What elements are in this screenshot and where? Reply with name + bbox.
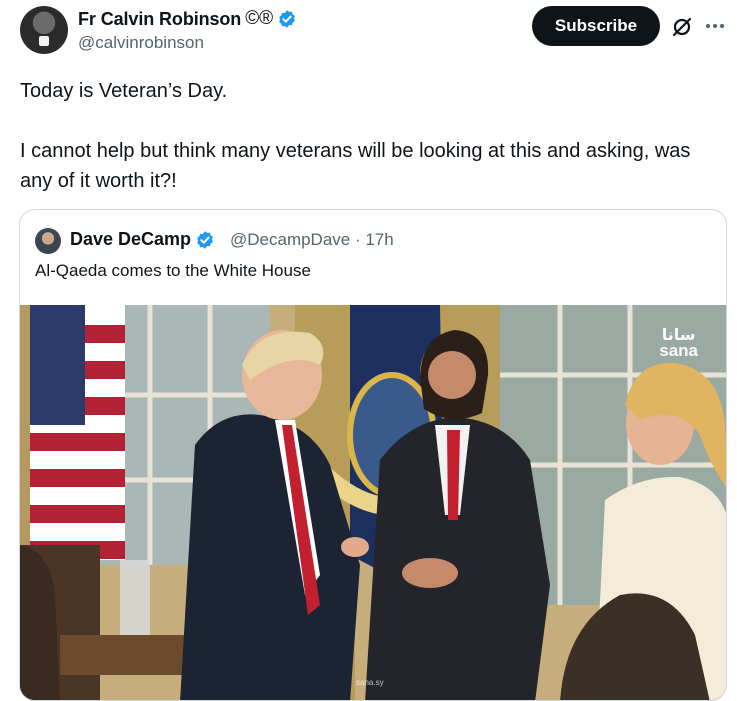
- verified-badge-icon: [197, 230, 213, 249]
- author-avatar[interactable]: [20, 6, 68, 54]
- quoted-tweet-text: Al-Qaeda comes to the White House: [35, 261, 311, 280]
- author-handle[interactable]: @calvinrobinson: [78, 33, 204, 53]
- tweet-text: Today is Veteran’s Day. I cannot help bu…: [20, 76, 720, 196]
- quoted-tweet[interactable]: Dave DeCamp @DecampDave · 17h Al-Qaeda c…: [19, 209, 727, 701]
- tweet-line-1: Today is Veteran’s Day.: [20, 80, 228, 102]
- quoted-author-name[interactable]: Dave DeCamp: [70, 229, 215, 250]
- author-name[interactable]: Fr Calvin Robinson ©®: [78, 8, 297, 30]
- verified-badge-icon: [279, 10, 295, 28]
- sana-watermark: سانا sana: [659, 327, 698, 360]
- quoted-photo[interactable]: سانا sana sana.sy: [20, 305, 726, 700]
- quoted-author-handle-time[interactable]: @DecampDave · 17h: [230, 230, 394, 250]
- author-marks: ©®: [245, 8, 274, 29]
- author-name-text: Fr Calvin Robinson: [78, 8, 242, 29]
- tweet-line-2: I cannot help but think many veterans wi…: [20, 140, 691, 192]
- more-options-icon[interactable]: [703, 14, 727, 38]
- avatar-collar: [39, 36, 49, 46]
- photo-credit: sana.sy: [356, 678, 384, 687]
- subscribe-button[interactable]: Subscribe: [532, 6, 660, 46]
- photo-illustration: [20, 305, 726, 700]
- sana-watermark-latin: sana: [659, 341, 698, 360]
- quoted-author-name-text: Dave DeCamp: [70, 229, 192, 249]
- quoted-author-avatar[interactable]: [35, 228, 61, 254]
- grok-icon[interactable]: [670, 15, 694, 39]
